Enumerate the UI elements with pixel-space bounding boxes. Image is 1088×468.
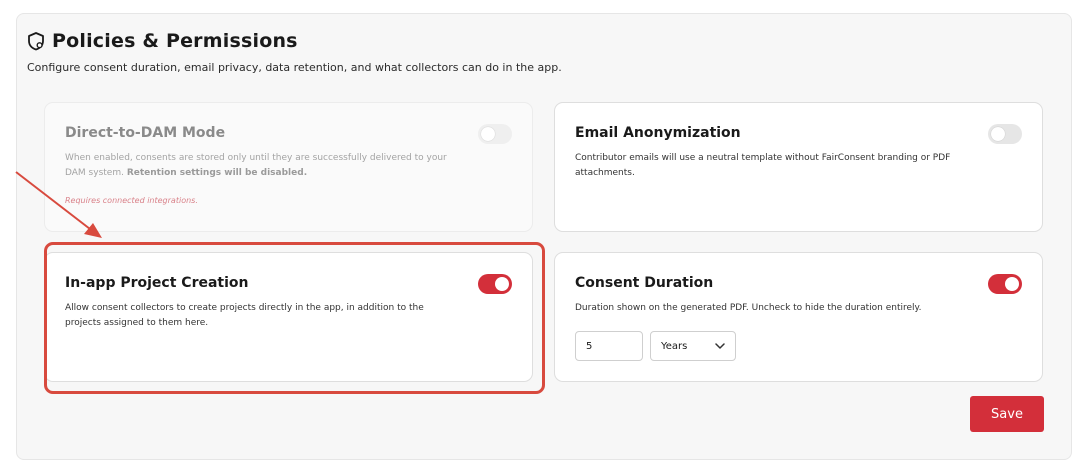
save-button[interactable]: Save <box>970 396 1044 432</box>
annotation-arrow-icon <box>15 171 102 238</box>
